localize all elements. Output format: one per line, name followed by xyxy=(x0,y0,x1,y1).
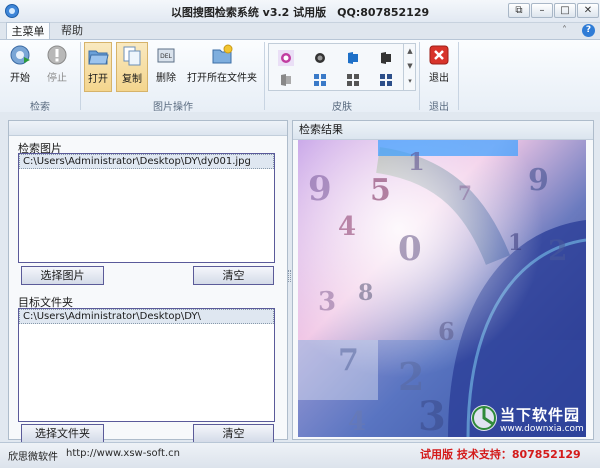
skin-black-circle-icon[interactable] xyxy=(312,50,326,64)
svg-text:9: 9 xyxy=(528,163,549,198)
svg-text:8: 8 xyxy=(358,280,373,306)
svg-text:5: 5 xyxy=(370,173,391,208)
result-image[interactable]: 9 4 5 1 0 8 3 7 9 2 1 7 2 3 4 6 xyxy=(298,140,586,437)
company-name: 欣思微软件 xyxy=(8,452,58,463)
skin-office-black-icon[interactable] xyxy=(378,50,392,64)
left-panel-header xyxy=(9,121,287,136)
skin-gallery-scroll[interactable]: ▲ ▼ ▾ xyxy=(403,44,416,90)
list-item[interactable]: C:\Users\Administrator\Desktop\DY\dy001.… xyxy=(19,154,274,169)
restore-icon[interactable]: ⧉ xyxy=(508,3,530,18)
select-folder-button[interactable]: 选择文件夹 xyxy=(21,424,104,443)
folder-icon xyxy=(211,44,233,66)
clear-image-button[interactable]: 清空 xyxy=(193,266,274,285)
tab-help[interactable]: 帮助 xyxy=(53,22,91,40)
svg-text:DEL: DEL xyxy=(160,53,172,60)
skin-office-gray-icon[interactable] xyxy=(278,72,292,86)
svg-text:4: 4 xyxy=(338,212,356,242)
copy-icon xyxy=(121,45,143,67)
watermark-logo-icon xyxy=(471,405,497,431)
chevron-up-icon[interactable]: ▲ xyxy=(404,44,416,59)
svg-text:4: 4 xyxy=(348,407,366,437)
delete-icon: DEL xyxy=(155,44,177,66)
svg-text:6: 6 xyxy=(438,317,455,346)
ribbon-separator xyxy=(458,42,459,110)
svg-text:7: 7 xyxy=(458,181,472,205)
skin-office-blue-icon[interactable] xyxy=(345,50,359,64)
svg-text:0: 0 xyxy=(398,229,422,269)
open-folder-button[interactable]: 打开所在文件夹 xyxy=(185,42,259,84)
ribbon-separator xyxy=(80,42,81,110)
delete-button[interactable]: DEL 删除 xyxy=(152,42,180,84)
svg-text:9: 9 xyxy=(308,169,332,209)
group-label-image-ops: 图片操作 xyxy=(153,102,193,113)
skin-metro-blue-icon[interactable] xyxy=(312,72,326,86)
collapse-ribbon-icon[interactable]: ˄ xyxy=(562,26,572,36)
copy-button[interactable]: 复制 xyxy=(116,42,148,92)
svg-text:7: 7 xyxy=(338,343,359,378)
list-item[interactable]: C:\Users\Administrator\Desktop\DY\ xyxy=(19,309,274,324)
stop-icon xyxy=(46,44,68,66)
website-link[interactable]: http://www.xsw-soft.cn xyxy=(66,448,180,459)
ribbon-separator xyxy=(264,42,265,110)
help-icon[interactable]: ? xyxy=(582,24,595,37)
select-image-button[interactable]: 选择图片 xyxy=(21,266,104,285)
open-button[interactable]: 打开 xyxy=(84,42,112,92)
gear-play-icon xyxy=(9,44,31,66)
target-folder-list[interactable]: C:\Users\Administrator\Desktop\DY\ xyxy=(18,308,275,422)
svg-text:3: 3 xyxy=(418,393,446,437)
skin-metro-navy-icon[interactable] xyxy=(378,72,392,86)
group-label-skin: 皮肤 xyxy=(332,102,352,113)
start-button[interactable]: 开始 xyxy=(5,42,35,84)
clear-folder-button[interactable]: 清空 xyxy=(193,424,274,443)
svg-text:1: 1 xyxy=(408,147,425,176)
skin-metro-dark-icon[interactable] xyxy=(345,72,359,86)
chevron-down-icon[interactable]: ▼ xyxy=(404,59,416,74)
tab-main-menu[interactable]: 主菜单 xyxy=(6,22,50,40)
watermark-url: www.downxia.com xyxy=(500,424,584,434)
search-image-list[interactable]: C:\Users\Administrator\Desktop\DY\dy001.… xyxy=(18,153,275,263)
svg-text:2: 2 xyxy=(548,234,567,267)
trial-support-badge: 试用版 技术支持：807852129 xyxy=(420,448,581,461)
group-label-exit: 退出 xyxy=(429,102,449,113)
svg-text:1: 1 xyxy=(508,230,523,256)
skin-office-pink-icon[interactable] xyxy=(278,50,294,66)
exit-icon xyxy=(428,44,450,66)
minimize-button[interactable]: – xyxy=(531,3,553,18)
exit-button[interactable]: 退出 xyxy=(425,42,453,84)
splitter-handle[interactable] xyxy=(288,270,291,282)
folder-open-icon xyxy=(87,45,109,67)
results-title: 检索结果 xyxy=(293,121,593,140)
group-label-search: 检索 xyxy=(30,102,50,113)
svg-text:3: 3 xyxy=(318,287,336,317)
watermark: 当下软件园 www.downxia.com xyxy=(470,400,590,440)
watermark-text: 当下软件园 xyxy=(500,406,581,424)
close-button[interactable]: ✕ xyxy=(577,3,599,18)
maximize-button[interactable]: □ xyxy=(554,3,576,18)
expand-gallery-icon[interactable]: ▾ xyxy=(404,74,416,88)
stop-button[interactable]: 停止 xyxy=(42,42,72,84)
